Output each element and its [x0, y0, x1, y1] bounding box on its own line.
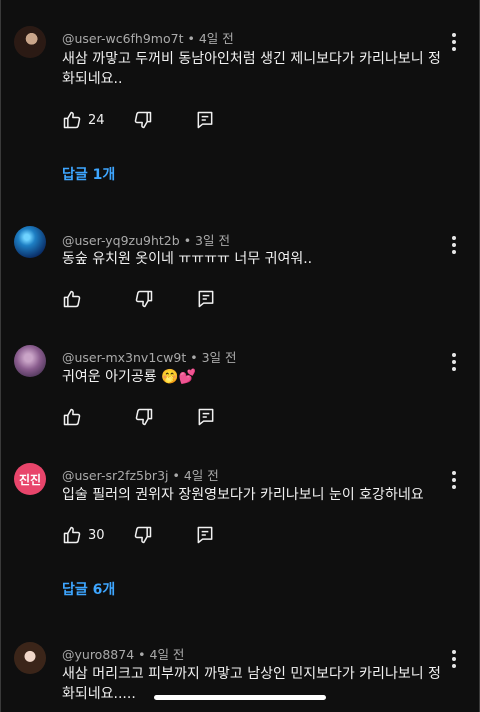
comment-time: 4일 전 [198, 31, 234, 46]
meta-separator: • [187, 31, 195, 46]
like-button[interactable]: 30 [62, 525, 105, 545]
reply-button[interactable] [195, 525, 215, 545]
comment-actions: 30 [62, 523, 215, 547]
meta-separator: • [183, 233, 192, 248]
meta-separator: • [172, 468, 180, 483]
comment-actions: 24 [62, 108, 215, 132]
dislike-button[interactable] [134, 407, 154, 427]
thumbs-down-icon [135, 408, 153, 426]
like-button[interactable] [62, 407, 82, 427]
view-replies-button[interactable]: 답글 1개 [62, 164, 115, 184]
comment-meta: @user-yq9zu9ht2b • 3일 전 [62, 230, 230, 249]
thumbs-down-icon [134, 526, 151, 544]
comment-author[interactable]: @user-wc6fh9mo7t [62, 31, 183, 46]
more-options-icon[interactable] [452, 353, 456, 371]
comment-actions [62, 287, 216, 311]
comment-time: 3일 전 [195, 233, 230, 248]
comment-actions [62, 405, 216, 429]
dislike-button[interactable] [133, 110, 153, 130]
comment-text: 귀여운 아기공룡 🤭💕 [62, 369, 196, 385]
avatar[interactable] [14, 345, 46, 377]
dislike-button[interactable] [133, 525, 153, 545]
meta-separator: • [190, 350, 198, 365]
thumbs-up-icon [63, 408, 81, 426]
comment-text: 동숲 유치원 옷이네 ㅠㅠㅠㅠ 너무 귀여워.. [62, 251, 313, 267]
thumbs-up-icon [63, 290, 81, 308]
meta-separator: • [138, 647, 146, 662]
comment-author[interactable]: @yuro8874 [62, 647, 134, 662]
comment-author[interactable]: @user-sr2fz5br3j [62, 468, 169, 483]
like-count: 24 [88, 112, 105, 128]
reply-button[interactable] [196, 407, 216, 427]
comment-meta: @yuro8874 • 4일 전 [62, 644, 184, 663]
thumbs-down-icon [134, 111, 151, 129]
dislike-button[interactable] [134, 289, 154, 309]
like-button[interactable] [62, 289, 82, 309]
more-options-icon[interactable] [452, 650, 456, 668]
comment-text: 입술 필러의 권위자 장원영보다가 카리나보니 눈이 호강하네요 [62, 487, 424, 503]
like-button[interactable]: 24 [62, 110, 105, 130]
home-indicator [154, 695, 326, 700]
comment-meta: @user-sr2fz5br3j • 4일 전 [62, 465, 219, 484]
avatar[interactable]: 진진 [14, 463, 46, 495]
comment-time: 3일 전 [201, 350, 237, 365]
avatar[interactable] [14, 26, 46, 58]
thumbs-up-icon [63, 526, 81, 544]
comment-author[interactable]: @user-mx3nv1cw9t [62, 350, 186, 365]
comment-time: 4일 전 [183, 468, 219, 483]
more-options-icon[interactable] [452, 471, 456, 489]
comment-reply-icon [197, 526, 212, 544]
frame-border-left [0, 0, 1, 712]
comment-reply-icon [197, 111, 212, 129]
view-replies-button[interactable]: 답글 6개 [62, 579, 115, 599]
avatar[interactable] [14, 226, 46, 258]
comment-reply-icon [198, 290, 214, 308]
avatar[interactable] [14, 642, 46, 674]
like-count: 30 [88, 527, 105, 543]
thumbs-up-icon [63, 111, 81, 129]
reply-button[interactable] [196, 289, 216, 309]
more-options-icon[interactable] [452, 236, 456, 254]
more-options-icon[interactable] [452, 33, 456, 51]
comment-meta: @user-wc6fh9mo7t • 4일 전 [62, 28, 234, 47]
thumbs-down-icon [135, 290, 153, 308]
comment-author[interactable]: @user-yq9zu9ht2b [62, 233, 180, 248]
comment-time: 4일 전 [149, 647, 185, 662]
comment-text: 새삼 까맣고 두꺼비 동남아인처럼 생긴 제니보다가 카리나보니 정화되네요.. [62, 51, 441, 87]
comment-reply-icon [198, 408, 214, 426]
comment-meta: @user-mx3nv1cw9t • 3일 전 [62, 347, 237, 366]
reply-button[interactable] [195, 110, 215, 130]
